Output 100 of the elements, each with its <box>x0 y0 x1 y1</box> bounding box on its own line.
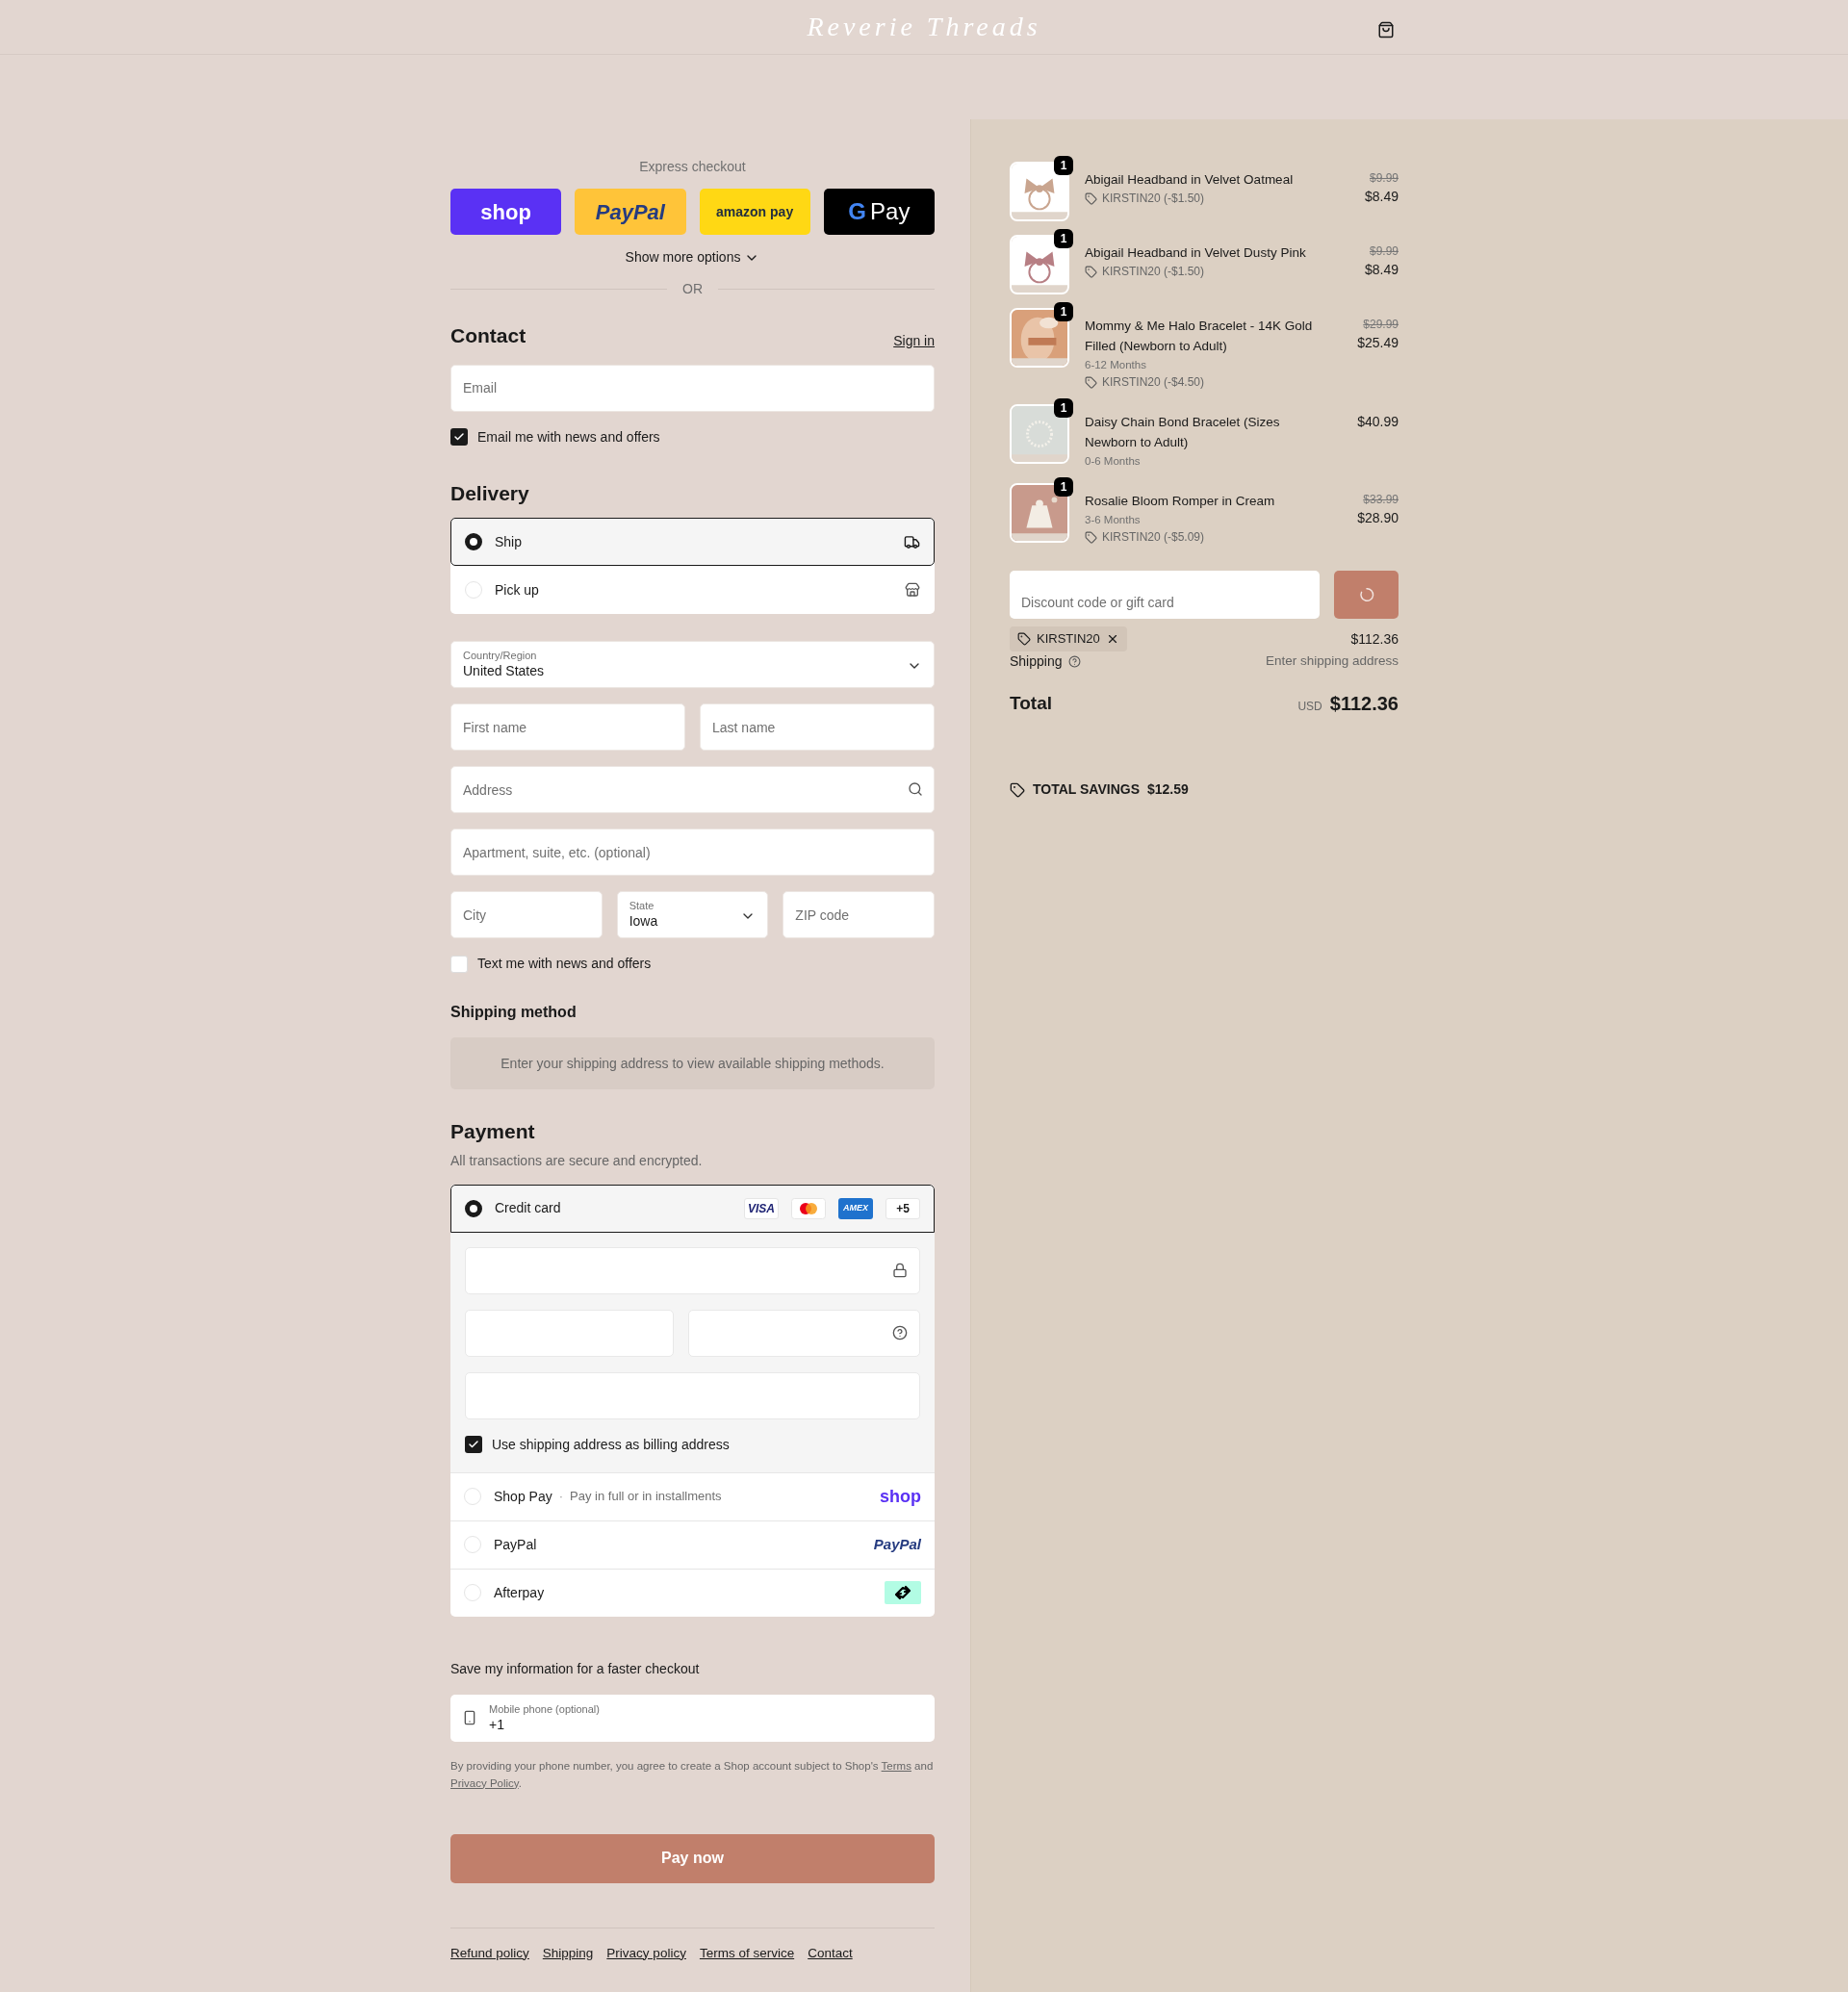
section-title: Contact <box>450 323 526 348</box>
payment-option[interactable]: PayPal PayPal <box>450 1520 935 1569</box>
section-title: Save my information for a faster checkout <box>450 1659 701 1678</box>
country-select[interactable]: Country/Region United States <box>450 641 935 688</box>
city-field[interactable]: City <box>450 891 603 938</box>
paypal-button[interactable]: PayPal <box>575 189 686 235</box>
footer-link[interactable]: Privacy policy <box>606 1943 686 1963</box>
discount-field[interactable]: Discount code or gift card <box>1010 571 1320 619</box>
price-text: $8.49 <box>1364 188 1399 206</box>
footer-link[interactable]: Terms of service <box>699 1943 795 1963</box>
terms-text: By providing your phone number, you agree to create a Shop account subject to Shop's Terms and Privacy Policy. <box>450 1758 935 1791</box>
show-more-button[interactable]: Show more options <box>625 247 760 268</box>
variant-text: 0-6 Months <box>1085 454 1142 469</box>
product-title: Daisy Chain Bond Bracelet (Sizes Newborn to Adult) <box>1085 414 1281 451</box>
section-title: Payment <box>450 1119 536 1144</box>
payment-option[interactable]: Credit card VISA AMEX +5 <box>450 1184 935 1233</box>
amex-logo: AMEX <box>838 1197 873 1219</box>
zip-field[interactable]: ZIP code <box>783 891 935 938</box>
discount-text: KIRSTIN20 (-$1.50) <box>1102 191 1205 207</box>
footer-link[interactable]: Shipping <box>542 1943 594 1963</box>
check-icon <box>453 431 465 443</box>
discount-text: KIRSTIN20 (-$1.50) <box>1102 264 1205 280</box>
google-pay-button[interactable]: G Pay <box>823 189 935 235</box>
quantity-badge: 1 <box>1054 477 1073 497</box>
savings-label: TOTAL SAVINGS <box>1033 780 1140 799</box>
option-note: Pay in full or in installments <box>570 1488 722 1506</box>
subtotal-value: $112.36 <box>1350 629 1399 649</box>
help-icon <box>892 1325 908 1341</box>
savings-value: $12.59 <box>1147 780 1189 799</box>
tag-icon <box>1010 781 1025 798</box>
info-panel: Enter your shipping address to view available shipping methods. <box>450 1037 935 1089</box>
check-icon <box>468 1439 479 1450</box>
section-title: Delivery <box>450 480 530 506</box>
quantity-badge: 1 <box>1054 398 1073 418</box>
product-title: Rosalie Bloom Romper in Cream <box>1085 493 1276 510</box>
payment-option[interactable]: Afterpay <box>450 1568 935 1617</box>
divider-text: OR <box>682 280 703 298</box>
tag-icon <box>1017 632 1031 646</box>
footer-link[interactable]: Contact <box>808 1943 853 1963</box>
shop-pay-button[interactable]: shop <box>450 189 562 235</box>
original-price: $9.99 <box>1369 243 1399 260</box>
checkbox[interactable] <box>450 428 468 446</box>
store-icon <box>905 582 920 598</box>
apartment-field[interactable]: Apartment, suite, etc. (optional) <box>450 829 935 876</box>
amazon-pay-button[interactable]: amazon pay <box>699 189 810 235</box>
total-label: Total <box>1010 691 1052 715</box>
tag-icon <box>1085 192 1097 205</box>
spinner-icon <box>1357 586 1375 603</box>
checkbox-label: Email me with news and offers <box>477 427 660 447</box>
checkbox-label: Use shipping address as billing address <box>492 1435 730 1454</box>
product-title: Mommy & Me Halo Bracelet - 14K Gold Filled (Newborn to Adult) <box>1085 318 1314 355</box>
tag-icon <box>1085 530 1097 544</box>
checkbox[interactable] <box>465 1436 482 1453</box>
footer-link[interactable]: Refund policy <box>450 1943 529 1963</box>
currency-code: USD <box>1297 699 1322 715</box>
variant-text: 6-12 Months <box>1085 358 1147 372</box>
paypal-logo: PayPal <box>873 1534 921 1554</box>
checkbox[interactable] <box>450 955 468 973</box>
radio-button[interactable] <box>465 533 482 550</box>
state-select[interactable]: State Iowa <box>616 891 769 938</box>
product-title: Abigail Headband in Velvet Oatmeal <box>1085 171 1295 189</box>
privacy-link[interactable]: Privacy Policy <box>450 1776 519 1789</box>
section-title: Shipping method <box>450 1003 578 1022</box>
phone-icon <box>462 1710 477 1725</box>
tag-icon <box>1085 375 1097 389</box>
total-value: $112.36 <box>1329 692 1399 716</box>
tag-icon <box>1085 265 1097 278</box>
original-price: $33.99 <box>1363 492 1399 508</box>
last-name-field[interactable]: Last name <box>700 703 935 751</box>
variant-text: 3-6 Months <box>1085 513 1142 527</box>
original-price: $29.99 <box>1363 317 1399 333</box>
cart-icon[interactable] <box>1377 21 1395 38</box>
mastercard-logo <box>791 1197 826 1219</box>
delivery-option[interactable]: Pick up <box>450 566 935 614</box>
shipping-label: Shipping <box>1010 652 1063 671</box>
lock-icon <box>892 1263 908 1278</box>
truck-icon <box>904 533 920 550</box>
delivery-option[interactable]: Ship <box>450 518 935 566</box>
email-field[interactable]: Email <box>450 364 935 412</box>
payment-option[interactable]: Shop Pay · Pay in full or in installments shop <box>450 1471 935 1520</box>
section-subtitle: All transactions are secure and encrypted. <box>450 1151 704 1170</box>
price-text: $28.90 <box>1357 509 1399 527</box>
address-field[interactable]: Address <box>450 766 935 813</box>
visa-logo: VISA <box>744 1197 779 1219</box>
quantity-badge: 1 <box>1054 302 1073 321</box>
apply-button[interactable] <box>1334 571 1399 619</box>
card-number-field[interactable] <box>465 1246 920 1294</box>
security-code-field[interactable] <box>688 1309 920 1357</box>
quantity-badge: 1 <box>1054 229 1073 248</box>
help-icon <box>1067 655 1081 668</box>
shop-pay-logo: shop <box>880 1485 921 1508</box>
terms-link[interactable]: Terms <box>881 1759 911 1772</box>
discount-chip: KIRSTIN20 <box>1010 626 1127 651</box>
radio-button[interactable] <box>465 1199 482 1217</box>
shipping-value: Enter shipping address <box>1265 652 1399 671</box>
sign-in-link[interactable]: Sign in <box>893 330 935 351</box>
phone-field[interactable]: Mobile phone (optional) +1 <box>450 1694 935 1742</box>
first-name-field[interactable]: First name <box>450 703 685 751</box>
quantity-badge: 1 <box>1054 156 1073 175</box>
product-title: Abigail Headband in Velvet Dusty Pink <box>1085 244 1307 262</box>
